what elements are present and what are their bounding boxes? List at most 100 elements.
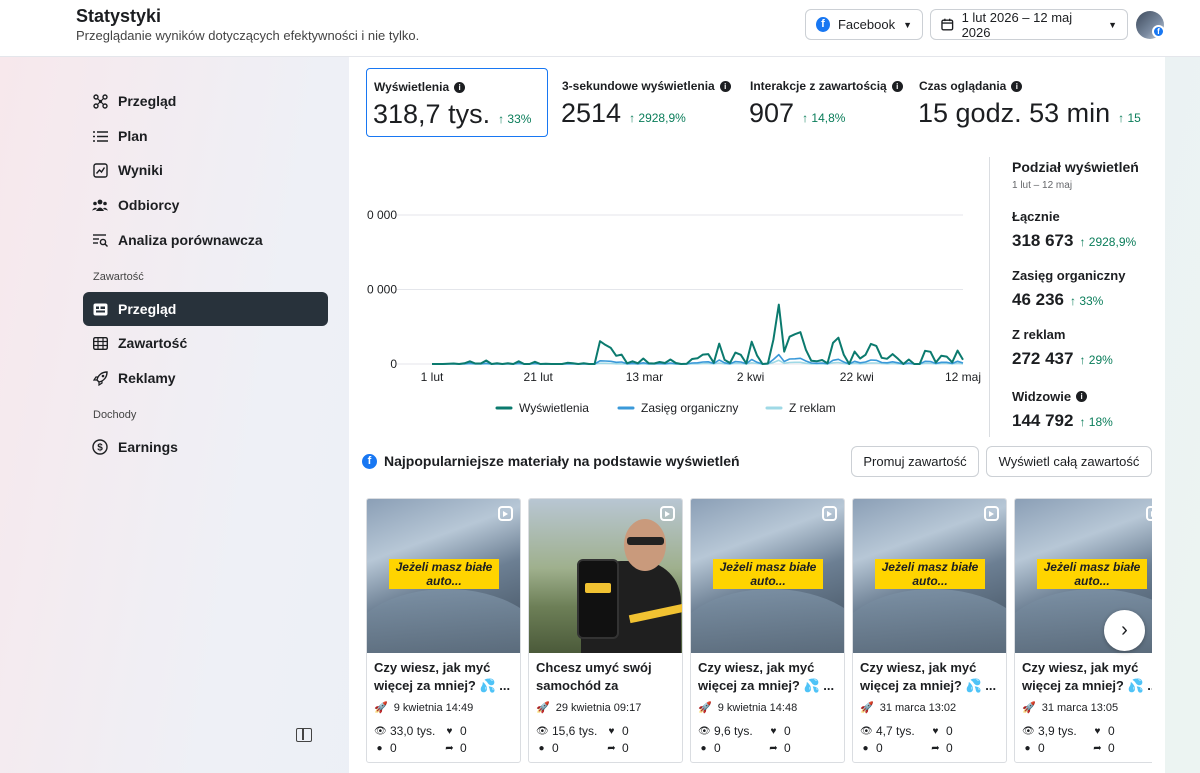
- info-icon[interactable]: i: [1076, 391, 1088, 402]
- breakdown-label: Widzowie i: [1012, 389, 1162, 404]
- legend-item[interactable]: Z reklam: [765, 401, 836, 415]
- view-all-content-button[interactable]: Wyświetl całą zawartość: [986, 446, 1152, 477]
- reel-icon: [822, 506, 837, 521]
- info-icon[interactable]: i: [1011, 80, 1023, 92]
- thumbnail-person-head: [624, 519, 666, 571]
- sidebar-item-content-overview[interactable]: Przegląd: [83, 292, 328, 326]
- metric-card-interactions[interactable]: Interakcje z zawartością i 907 ↑ 14,8%: [743, 68, 905, 137]
- metric-value-text: 318,7 tys.: [373, 99, 491, 129]
- shares-count: 0: [946, 741, 953, 755]
- share-icon: ➦: [445, 742, 454, 754]
- comment-icon: ●: [376, 742, 383, 754]
- x-tick-label: 13 mar: [626, 370, 663, 384]
- metric-card-views[interactable]: Wyświetlenia i 318,7 tys. ↑ 33%: [366, 68, 548, 137]
- breakdown-value-text: 46 236: [1012, 290, 1064, 309]
- content-date-text: 9 kwietnia 14:48: [717, 701, 798, 714]
- rocket-icon: [92, 370, 108, 386]
- metric-label-text: Wyświetlenia: [374, 80, 450, 94]
- date-range-label: 1 lut 2026 – 12 maj 2026: [961, 9, 1073, 40]
- views-stat: 👁 3,9 tys.: [1022, 724, 1077, 738]
- metric-card-3s-views[interactable]: 3-sekundowe wyświetlenia i 2514 ↑ 2928,9%: [555, 68, 735, 137]
- heart-icon: ♥: [1094, 725, 1101, 737]
- content-date: 🚀 9 kwietnia 14:48: [698, 701, 798, 715]
- legend-item[interactable]: Wyświetlenia: [495, 401, 589, 415]
- content-date-text: 29 kwietnia 09:17: [555, 701, 642, 714]
- svg-text:$: $: [97, 443, 103, 454]
- views-stat: 👁 15,6 tys.: [536, 724, 597, 738]
- breakdown-item-total: Łącznie 318 673 ↑ 2928,9%: [1012, 209, 1162, 251]
- breakdown-change: ↑ 2928,9%: [1079, 235, 1137, 249]
- metric-value-text: 907: [749, 98, 795, 128]
- content-card[interactable]: Jeżeli masz białe auto... Czy wiesz, jak…: [852, 498, 1007, 763]
- info-icon[interactable]: i: [454, 81, 466, 93]
- share-icon: ➦: [769, 742, 778, 754]
- views-count: 9,6 tys.: [714, 724, 753, 738]
- metric-label-text: Czas oglądania: [919, 79, 1007, 93]
- rocket-icon: 🚀: [536, 702, 550, 714]
- views-count: 33,0 tys.: [390, 724, 436, 738]
- sidebar-item-label: Wyniki: [118, 162, 163, 178]
- metric-value-text: 2514: [561, 98, 622, 128]
- list-icon: [92, 128, 108, 144]
- sidebar-item-zawartosc[interactable]: Zawartość: [83, 326, 328, 360]
- y-tick-label: 0: [390, 357, 397, 371]
- y-tick-label: 0 000: [367, 208, 397, 222]
- content-card[interactable]: Jeżeli masz białe auto... Czy wiesz, jak…: [690, 498, 845, 763]
- collapse-sidebar-icon[interactable]: [296, 728, 312, 742]
- facebook-icon: f: [816, 17, 830, 32]
- comment-icon: ●: [538, 742, 545, 754]
- share-icon: ➦: [607, 742, 616, 754]
- content-card[interactable]: Chcesz umyć swój samochód za darmo?... 🚀…: [528, 498, 683, 763]
- info-icon[interactable]: i: [891, 80, 903, 92]
- platform-selector[interactable]: f Facebook ▼: [805, 9, 923, 40]
- sidebar-item-przeglad[interactable]: Przegląd: [83, 84, 328, 118]
- series-line-views[interactable]: [432, 303, 964, 365]
- sidebar-item-earnings[interactable]: $ Earnings: [83, 430, 328, 464]
- comments-count: 0: [1038, 741, 1045, 755]
- metric-label-text: Interakcje z zawartością: [750, 79, 887, 93]
- comments-stat: ● 0: [374, 741, 396, 755]
- metric-value: 907 ↑ 14,8%: [749, 98, 845, 129]
- views-count: 15,6 tys.: [552, 724, 598, 738]
- reel-icon: [498, 506, 513, 521]
- eye-icon: 👁: [1022, 725, 1035, 737]
- breakdown-change: ↑ 18%: [1079, 415, 1113, 429]
- legend-item[interactable]: Zasięg organiczny: [617, 401, 738, 415]
- sidebar-item-wyniki[interactable]: Wyniki: [83, 153, 328, 187]
- sidebar-item-plan[interactable]: Plan: [83, 119, 328, 153]
- metric-card-watch-time[interactable]: Czas oglądania i 15 godz. 53 min ↑ 15: [912, 68, 1165, 137]
- date-range-selector[interactable]: 1 lut 2026 – 12 maj 2026 ▼: [930, 9, 1128, 40]
- legend-label: Zasięg organiczny: [641, 401, 738, 415]
- eye-icon: 👁: [698, 725, 711, 737]
- carousel-next-button[interactable]: ›: [1104, 610, 1145, 651]
- likes-stat: ♥ 0: [1092, 724, 1115, 738]
- breakdown-value-text: 272 437: [1012, 349, 1074, 368]
- views-breakdown-panel: Podział wyświetleń 1 lut – 12 maj Łączni…: [989, 157, 1165, 437]
- top-content-title-text: Najpopularniejsze materiały na podstawie…: [384, 453, 740, 469]
- sidebar-item-reklamy[interactable]: Reklamy: [83, 361, 328, 395]
- shares-stat: ➦ 0: [1092, 741, 1114, 755]
- content-title: Chcesz umyć swój samochód za darmo?...: [536, 660, 652, 693]
- views-line-chart[interactable]: 0 0 000 0 000 1 lut 21 lut 13 mar 2 kwi 22 kwi 1…: [349, 152, 989, 422]
- sidebar-item-analiza[interactable]: Analiza porównawcza: [83, 223, 328, 257]
- line-chart-icon: [92, 162, 108, 178]
- content-card[interactable]: Jeżeli masz białe auto... Czy wiesz, jak…: [366, 498, 521, 763]
- promote-content-button[interactable]: Promuj zawartość: [851, 446, 979, 477]
- sidebar-item-odbiorcy[interactable]: Odbiorcy: [83, 188, 328, 222]
- breakdown-value-text: 318 673: [1012, 231, 1074, 250]
- content-date: 🚀 31 marca 13:02: [860, 701, 957, 715]
- nodes-icon: [92, 93, 108, 109]
- thumbnail-caption: Jeżeli masz białe auto...: [1037, 559, 1147, 589]
- content-title: Czy wiesz, jak myć więcej za mniej? 💦 ..…: [374, 660, 511, 693]
- breakdown-change: ↑ 29%: [1079, 353, 1113, 367]
- likes-stat: ♥ 0: [444, 724, 467, 738]
- rocket-icon: 🚀: [698, 702, 712, 714]
- breakdown-value: 144 792 ↑ 18%: [1012, 411, 1162, 431]
- sidebar-item-label: Przegląd: [118, 93, 177, 109]
- info-icon[interactable]: i: [719, 80, 731, 92]
- rocket-icon: 🚀: [860, 702, 874, 714]
- content-date-text: 31 marca 13:02: [879, 701, 957, 714]
- eye-icon: 👁: [860, 725, 873, 737]
- heart-icon: ♥: [608, 725, 615, 737]
- legend-label: Z reklam: [789, 401, 836, 415]
